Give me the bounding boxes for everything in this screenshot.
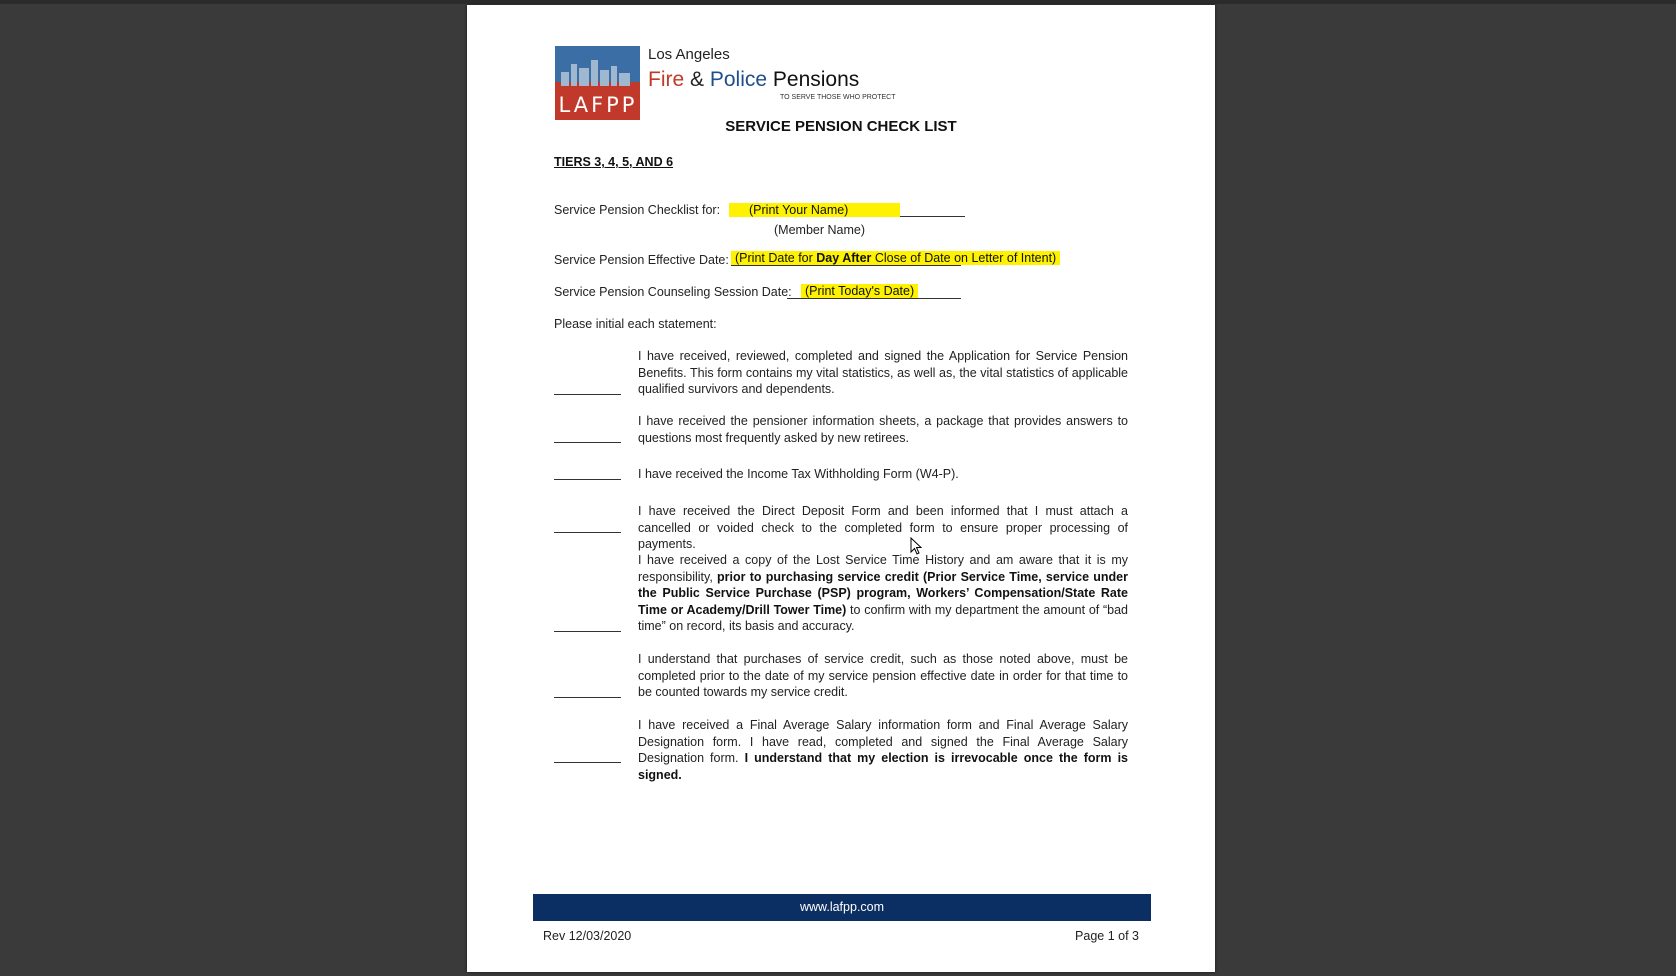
statement-7: I have received a Final Average Salary i…	[638, 717, 1128, 783]
viewer-top-bar	[0, 0, 1676, 4]
statement-5: I have received a copy of the Lost Servi…	[638, 552, 1128, 635]
effective-date-value: (Print Date for Day After Close of Date …	[731, 251, 1061, 265]
logo-text: LAFPP	[558, 93, 638, 117]
initial-line[interactable]	[554, 532, 621, 533]
org-name: Fire & Police Pensions	[648, 68, 859, 92]
org-city: Los Angeles	[648, 46, 730, 63]
logo-building	[571, 64, 577, 86]
org-name-fire: Fire	[648, 68, 685, 91]
statement-6: I understand that purchases of service c…	[638, 652, 1128, 699]
org-tagline: TO SERVE THOSE WHO PROTECT	[780, 94, 896, 101]
member-name-caption: (Member Name)	[774, 223, 865, 237]
checklist-for-value: (Print Your Name)	[729, 203, 901, 217]
mouse-pointer-icon	[910, 537, 922, 555]
document-page: LAFPP Los Angeles Fire & Police Pensions…	[467, 5, 1215, 972]
initial-line[interactable]	[554, 762, 621, 763]
org-name-pensions: Pensions	[767, 68, 860, 91]
org-name-amp: &	[684, 68, 710, 91]
revision-date: Rev 12/03/2020	[543, 929, 632, 943]
statement-3: I have received the Income Tax Withholdi…	[638, 467, 959, 481]
effective-date-line	[731, 265, 961, 266]
initial-line[interactable]	[554, 631, 621, 632]
effective-date-label: Service Pension Effective Date:	[554, 253, 729, 267]
effective-date-pre: (Print Date for	[735, 251, 817, 265]
logo-building	[600, 70, 609, 86]
org-name-police: Police	[709, 68, 768, 91]
footer-url-bar: www.lafpp.com	[533, 894, 1151, 921]
logo-building	[591, 60, 598, 86]
effective-date-bold: Day After	[816, 251, 872, 265]
logo-building	[619, 73, 630, 86]
statement-4: I have received the Direct Deposit Form …	[638, 504, 1128, 551]
counseling-date-value: (Print Today's Date)	[801, 284, 919, 298]
document-title: SERVICE PENSION CHECK LIST	[725, 118, 957, 135]
footer-url[interactable]: www.lafpp.com	[800, 900, 884, 914]
logo-building	[611, 66, 617, 86]
instruction-text: Please initial each statement:	[554, 317, 717, 331]
counseling-date-label: Service Pension Counseling Session Date:	[554, 285, 792, 299]
logo-building	[561, 72, 569, 86]
initial-line[interactable]	[554, 442, 621, 443]
logo-building	[579, 68, 589, 86]
counseling-date-field[interactable]: (Print Today's Date)	[801, 282, 919, 300]
effective-date-post: Close of Date on Letter of Intent)	[871, 251, 1057, 265]
checklist-for-label: Service Pension Checklist for:	[554, 203, 721, 217]
statement-1: I have received, reviewed, completed and…	[638, 349, 1128, 396]
page-number: Page 1 of 3	[1075, 929, 1139, 943]
initial-line[interactable]	[554, 394, 621, 395]
initial-line[interactable]	[554, 697, 621, 698]
checklist-for-field[interactable]: (Print Your Name)	[729, 201, 901, 219]
lafpp-logo: LAFPP	[555, 46, 640, 120]
initial-line[interactable]	[554, 479, 621, 480]
statement-2: I have received the pensioner informatio…	[638, 414, 1128, 445]
tiers-heading: TIERS 3, 4, 5, AND 6	[554, 155, 674, 169]
